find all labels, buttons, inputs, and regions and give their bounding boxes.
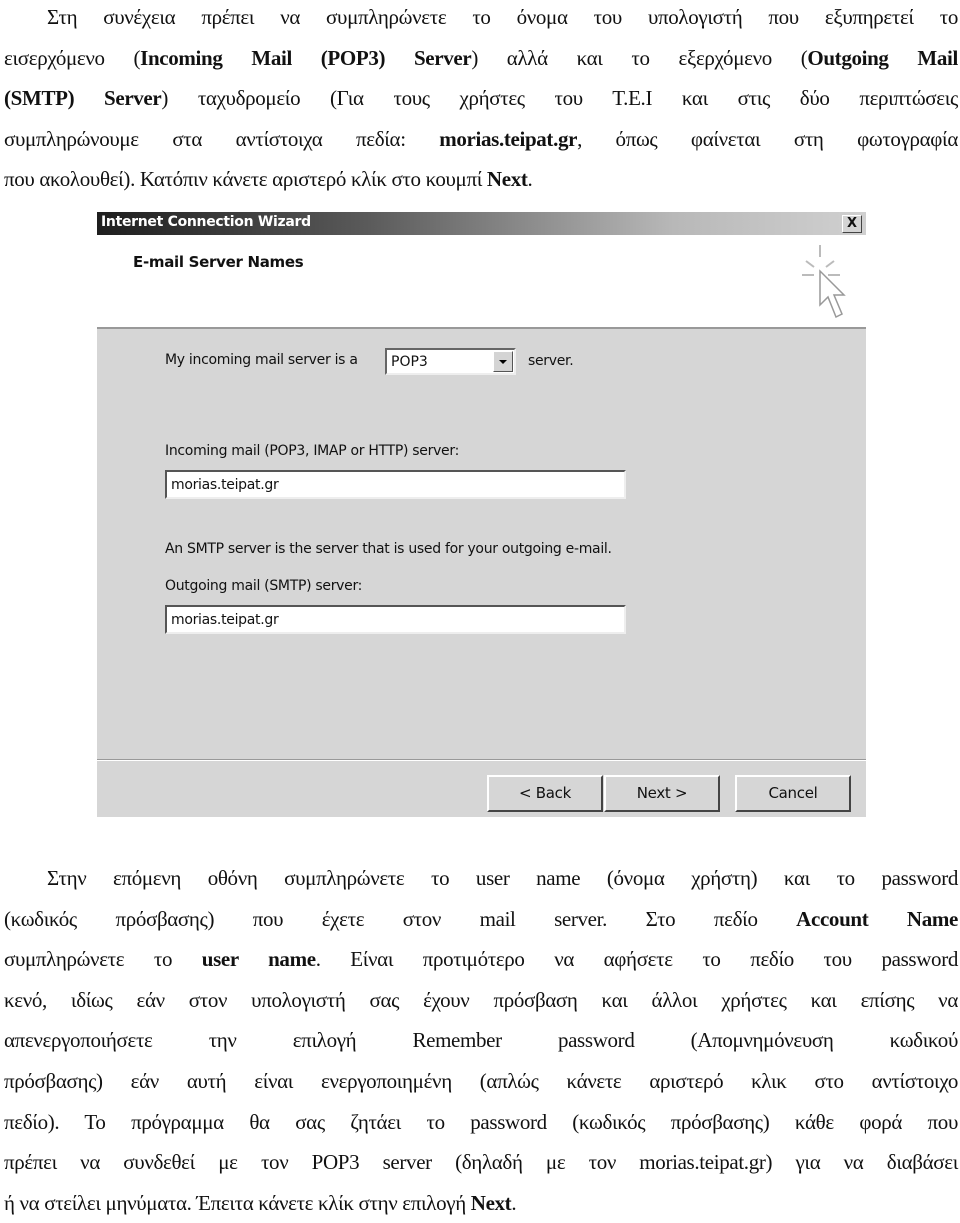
text-line: Στη συνέχεια πρέπει να συμπληρώνετε το ό… [4,0,958,38]
chevron-down-icon[interactable] [493,351,513,372]
text-segment: απενεργοποιήσετε την επιλογή Remember pa… [4,1028,958,1053]
server-type-value: POP3 [391,354,428,370]
text-line: απενεργοποιήσετε την επιλογή Remember pa… [4,1020,958,1061]
text-line: (κωδικός πρόσβασης) που έχετε στον mail … [4,899,958,940]
text-segment: Στην επόμενη οθόνη συμπληρώνετε το user … [47,866,958,890]
bold-text: user name [201,947,316,972]
text-segment: εισερχόμενο ( [4,45,141,70]
text-segment: ) αλλά και το εξερχόμενο ( [471,45,808,70]
smtp-note: An SMTP server is the server that is use… [165,541,612,557]
text-segment: κενό, ιδίως εάν στον υπολογιστή σας έχου… [4,987,958,1012]
text-segment: Στη συνέχεια πρέπει να συμπληρώνετε το ό… [47,5,958,29]
text-line: πρέπει να συνδεθεί με τον POP3 server (δ… [4,1142,958,1183]
text-segment: συμπληρώνουμε στα αντίστοιχα πεδία: [4,126,440,151]
text-segment: , όπως φαίνεται στη φωτογραφία [577,126,959,151]
text-line: που ακολουθεί). Κατόπιν κάνετε αριστερό … [4,159,958,200]
bold-text: Account Name [796,906,958,931]
title-bar: Internet Connection Wizard X [97,212,866,235]
text-segment: πρόσβασης) εάν αυτή είναι ενεργοποιημένη… [4,1068,958,1093]
text-line: (SMTP) Server) ταχυδρομείο (Για τους χρή… [4,78,958,119]
instructions-paragraph: Στην επόμενη οθόνη συμπληρώνετε το user … [4,858,958,1223]
text-segment: πεδίο). Το πρόγραμμα θα σας ζητάει το pa… [4,1109,958,1134]
text-segment: (κωδικός πρόσβασης) που έχετε στον mail … [4,906,797,931]
bold-text: Incoming Mail (POP3) Server [140,45,472,70]
text-segment: συμπληρώνετε το [4,947,202,972]
server-type-label: My incoming mail server is a [165,352,358,368]
text-line: πρόσβασης) εάν αυτή είναι ενεργοποιημένη… [4,1061,958,1102]
text-line: πεδίο). Το πρόγραμμα θα σας ζητάει το pa… [4,1102,958,1143]
text-segment: . [511,1190,517,1215]
server-type-dropdown[interactable]: POP3 [385,348,516,375]
text-segment: που ακολουθεί). Κατόπιν κάνετε αριστερό … [4,167,487,192]
text-line: Στην επόμενη οθόνη συμπληρώνετε το user … [4,858,958,899]
wizard-cursor-icon [802,245,846,319]
divider [97,759,866,761]
incoming-server-input[interactable] [165,470,626,499]
dialog-title: Internet Connection Wizard [101,214,311,230]
text-segment: . [527,167,533,192]
text-segment: ή να στείλει μηνύματα. Έπειτα κάνετε κλί… [4,1190,471,1215]
bold-text: (SMTP) Server [4,86,162,111]
text-line: κενό, ιδίως εάν στον υπολογιστή σας έχου… [4,980,958,1021]
bold-text: Next [470,1190,512,1215]
close-button[interactable]: X [842,215,862,233]
page-title: E-mail Server Names [133,253,304,271]
text-segment: . Είναι προτιμότερο να αφήσετε το πεδίο … [315,947,959,972]
incoming-server-label: Incoming mail (POP3, IMAP or HTTP) serve… [165,443,459,459]
next-button[interactable]: Next > [604,775,720,812]
internet-connection-wizard-dialog: Internet Connection Wizard X E-mail Serv… [97,212,866,817]
text-segment: πρέπει να συνδεθεί με τον POP3 server (δ… [4,1150,958,1175]
outgoing-server-label: Outgoing mail (SMTP) server: [165,578,363,594]
intro-paragraph: Στη συνέχεια πρέπει να συμπληρώνετε το ό… [4,0,958,200]
text-line: συμπληρώνουμε στα αντίστοιχα πεδία: mori… [4,119,958,160]
text-line: ή να στείλει μηνύματα. Έπειτα κάνετε κλί… [4,1183,958,1223]
text-line: εισερχόμενο (Incoming Mail (POP3) Server… [4,38,958,79]
text-line: συμπληρώνετε το user name. Είναι προτιμό… [4,939,958,980]
cancel-button[interactable]: Cancel [735,775,851,812]
bold-text: Next [486,167,528,192]
outgoing-server-input[interactable] [165,605,626,634]
back-button[interactable]: < Back [487,775,603,812]
bold-text: morias.teipat.gr [439,126,578,151]
server-suffix-label: server. [528,353,574,369]
text-segment: ) ταχυδρομείο (Για τους χρήστες του Τ.Ε.… [161,86,959,111]
wizard-header: E-mail Server Names [97,235,866,329]
bold-text: Outgoing Mail [807,45,958,70]
